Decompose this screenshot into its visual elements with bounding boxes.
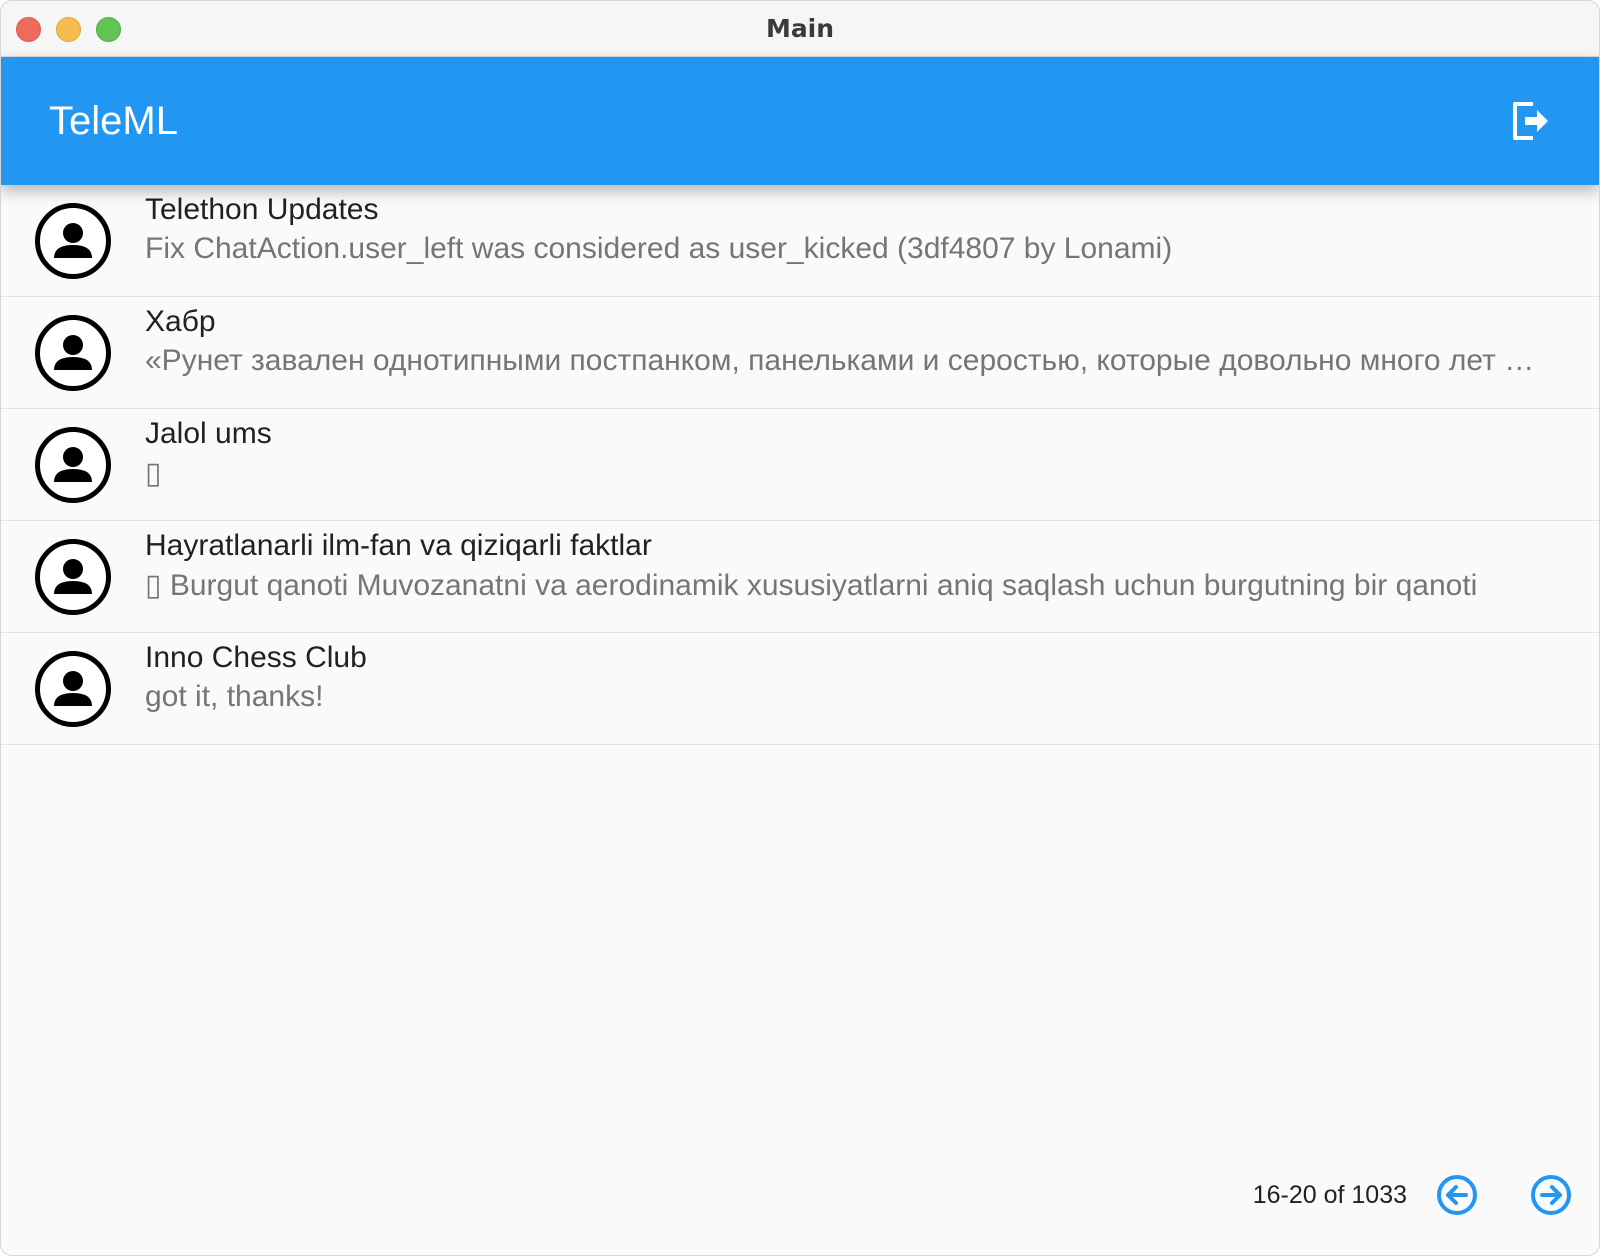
app-bar: TeleML <box>1 57 1599 185</box>
chat-list: Telethon Updates Fix ChatAction.user_lef… <box>1 185 1599 745</box>
chat-title: Hayratlanarli ilm-fan va qiziqarli faktl… <box>145 529 652 562</box>
arrow-right-circle-icon <box>1531 1175 1571 1215</box>
logout-icon <box>1513 102 1548 140</box>
app-window: Main TeleML Telethon Updates Fix ChatAct… <box>0 0 1600 1256</box>
chat-title: Telethon Updates <box>145 193 379 226</box>
window-title: Main <box>765 14 835 43</box>
arrow-left-circle-icon <box>1437 1175 1477 1215</box>
chat-row-hayratlanarli[interactable]: Hayratlanarli ilm-fan va qiziqarli faktl… <box>1 521 1599 633</box>
chat-title: Jalol ums <box>145 417 272 450</box>
chat-title: Inno Chess Club <box>145 641 367 674</box>
next-page-button[interactable] <box>1527 1171 1575 1219</box>
chat-row-jalol-ums[interactable]: Jalol ums ▯ <box>1 409 1599 521</box>
chat-preview: «Рунет завален однотипными постпанком, п… <box>145 344 1547 377</box>
avatar-icon <box>35 203 111 279</box>
app-title: TeleML <box>49 99 178 143</box>
chat-preview: got it, thanks! <box>145 680 324 713</box>
window-titlebar[interactable]: Main <box>1 1 1599 57</box>
previous-page-button[interactable] <box>1433 1171 1481 1219</box>
chat-row-inno-chess-club[interactable]: Inno Chess Club got it, thanks! <box>1 633 1599 745</box>
chat-preview: Fix ChatAction.user_left was considered … <box>145 232 1173 265</box>
chat-preview: ▯ <box>145 457 162 490</box>
chat-preview: ▯ Burgut qanoti Muvozanatni va aerodinam… <box>145 569 1478 602</box>
chat-row-habr[interactable]: Хабр «Рунет завален однотипными постпанк… <box>1 297 1599 409</box>
logout-button[interactable] <box>1507 97 1555 145</box>
pagination: 16-20 of 1033 <box>1253 1171 1575 1219</box>
avatar-icon <box>35 651 111 727</box>
chat-row-telethon-updates[interactable]: Telethon Updates Fix ChatAction.user_lef… <box>1 185 1599 297</box>
pagination-label: 16-20 of 1033 <box>1252 1180 1407 1209</box>
avatar-icon <box>35 315 111 391</box>
avatar-icon <box>35 539 111 615</box>
chat-title: Хабр <box>145 305 216 338</box>
avatar-icon <box>35 427 111 503</box>
